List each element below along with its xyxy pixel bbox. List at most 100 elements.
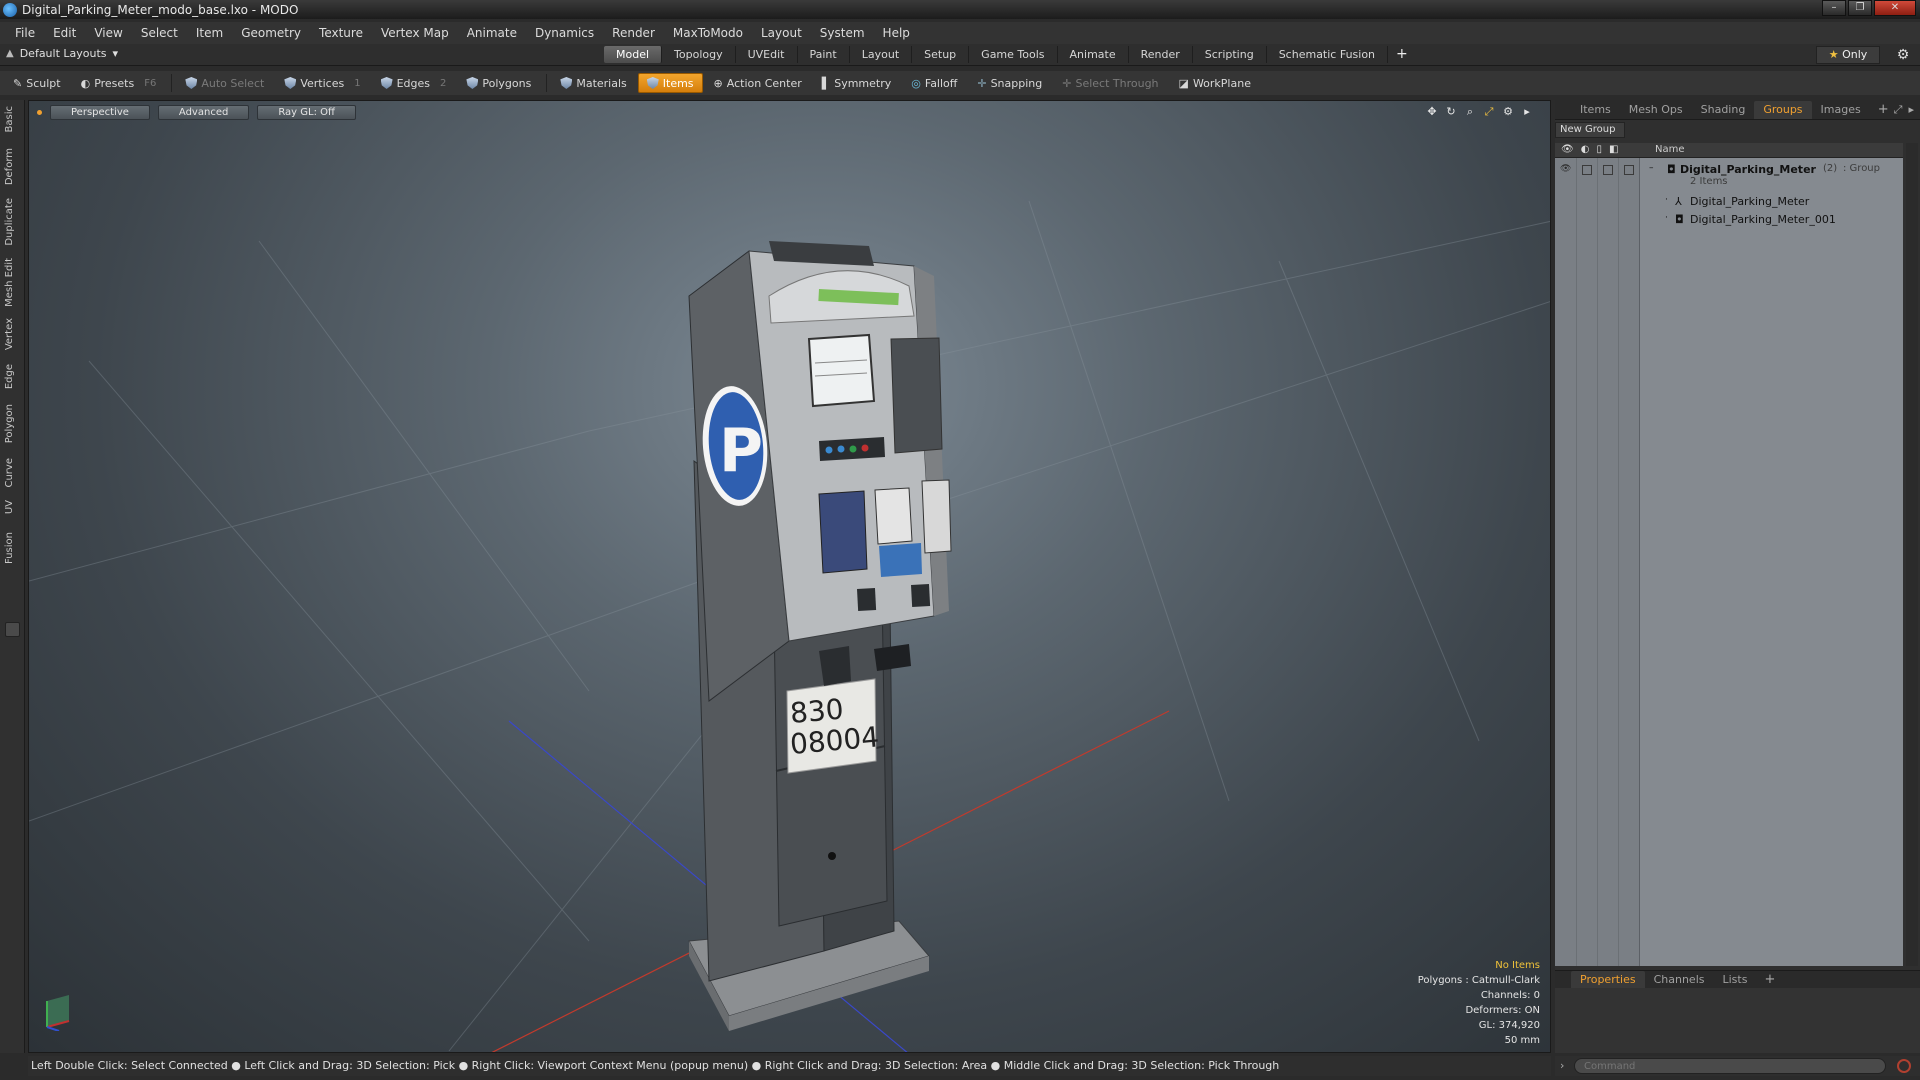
tab-groups[interactable]: Groups <box>1754 100 1812 119</box>
only-button[interactable]: ★ Only <box>1816 46 1880 64</box>
visibility-column-icon[interactable]: 👁 <box>1561 144 1574 155</box>
rotate-icon[interactable]: ↻ <box>1444 105 1458 119</box>
render-toggle[interactable] <box>1582 165 1592 175</box>
title-bar: Digital_Parking_Meter_modo_base.lxo - MO… <box>0 0 1920 19</box>
edges-button[interactable]: Edges 2 <box>372 73 456 93</box>
add-panel-tab-icon[interactable]: + <box>1870 102 1897 117</box>
panel-arrow-icon[interactable]: ▸ <box>1908 103 1914 117</box>
tab-model[interactable]: Model <box>604 46 663 63</box>
tab-render[interactable]: Render <box>1129 46 1193 63</box>
maximize-button[interactable]: ❐ <box>1848 0 1872 16</box>
tab-properties[interactable]: Properties <box>1571 970 1645 989</box>
menu-help[interactable]: Help <box>874 26 919 40</box>
select-toggle[interactable] <box>1624 165 1634 175</box>
list-item[interactable]: · ◘ Digital_Parking_Meter_001 <box>1555 212 1903 228</box>
side-tab-mesh-edit[interactable]: Mesh Edit <box>4 258 15 307</box>
tab-uvedit[interactable]: UVEdit <box>736 46 798 63</box>
pop-out-icon[interactable]: ⤢ <box>1894 103 1903 117</box>
polygons-button[interactable]: Polygons <box>457 73 540 93</box>
menu-maxtomodo[interactable]: MaxToModo <box>664 26 752 40</box>
add-tab-icon[interactable]: + <box>1388 46 1416 63</box>
list-item[interactable]: · ⅄ Digital_Parking_Meter <box>1555 194 1903 210</box>
lock-column-icon[interactable]: ▯ <box>1596 144 1602 155</box>
command-history-arrow-icon[interactable]: › <box>1560 1059 1564 1072</box>
collapse-up-icon[interactable]: ▲ <box>6 48 14 59</box>
clear-command-icon[interactable] <box>1897 1059 1911 1073</box>
new-group-button[interactable]: New Group <box>1555 122 1625 138</box>
side-tab-fusion[interactable]: Fusion <box>4 532 15 564</box>
sculpt-button[interactable]: ✎ Sculpt <box>4 73 70 93</box>
tab-scripting[interactable]: Scripting <box>1193 46 1267 63</box>
menu-dynamics[interactable]: Dynamics <box>526 26 603 40</box>
menu-file[interactable]: File <box>6 26 44 40</box>
tab-setup[interactable]: Setup <box>912 46 970 63</box>
raygl-dropdown[interactable]: Ray GL: Off <box>257 105 356 120</box>
fit-icon[interactable]: ⤢ <box>1482 105 1496 119</box>
menu-select[interactable]: Select <box>132 26 187 40</box>
collapse-minus-icon[interactable]: – <box>1649 163 1654 173</box>
viewport-settings-icon[interactable]: ⚙ <box>1501 105 1515 119</box>
expand-arrow-icon[interactable]: ▸ <box>1520 105 1534 119</box>
groups-scrollbar[interactable] <box>1906 143 1918 966</box>
tab-schematic-fusion[interactable]: Schematic Fusion <box>1267 46 1389 63</box>
tab-mesh-ops[interactable]: Mesh Ops <box>1620 101 1692 119</box>
tab-animate[interactable]: Animate <box>1058 46 1129 63</box>
visibility-eye-icon[interactable]: 👁 <box>1560 164 1571 175</box>
tab-paint[interactable]: Paint <box>798 46 850 63</box>
menu-vertex-map[interactable]: Vertex Map <box>372 26 458 40</box>
workplane-button[interactable]: ◪ WorkPlane <box>1170 73 1260 93</box>
render-column-icon[interactable]: ◐ <box>1581 144 1590 155</box>
auto-select-button[interactable]: Auto Select <box>176 73 273 93</box>
action-center-button[interactable]: ⊕ Action Center <box>705 73 811 93</box>
tab-topology[interactable]: Topology <box>662 46 736 63</box>
tab-game-tools[interactable]: Game Tools <box>969 46 1058 63</box>
items-button[interactable]: Items <box>637 73 703 93</box>
menu-edit[interactable]: Edit <box>44 26 85 40</box>
select-column-icon[interactable]: ◧ <box>1609 144 1618 155</box>
zoom-icon[interactable]: ⌕ <box>1463 105 1477 119</box>
pan-icon[interactable]: ✥ <box>1425 105 1439 119</box>
tab-channels[interactable]: Channels <box>1645 971 1714 989</box>
side-tab-uv[interactable]: UV <box>4 500 15 514</box>
side-tab-duplicate[interactable]: Duplicate <box>4 198 15 246</box>
view-mode-dropdown[interactable]: Perspective <box>50 105 150 120</box>
side-tab-deform[interactable]: Deform <box>4 148 15 185</box>
name-column-header[interactable]: Name <box>1655 144 1685 155</box>
toggle-toolbox-button[interactable] <box>5 622 20 637</box>
side-tab-basic[interactable]: Basic <box>4 106 15 132</box>
menu-view[interactable]: View <box>85 26 131 40</box>
3d-viewport[interactable]: 830 08004 P Perspective Advanced Ray GL:… <box>28 100 1551 1053</box>
snapping-button[interactable]: ✛ Snapping <box>968 73 1051 93</box>
presets-button[interactable]: ◐ Presets F6 <box>72 73 166 93</box>
tab-images[interactable]: Images <box>1812 101 1870 119</box>
lock-toggle[interactable] <box>1603 165 1613 175</box>
menu-geometry[interactable]: Geometry <box>232 26 310 40</box>
side-tab-polygon[interactable]: Polygon <box>4 404 15 443</box>
tab-items[interactable]: Items <box>1571 101 1620 119</box>
parking-meter-model: 830 08004 P <box>688 241 952 1031</box>
tab-lists[interactable]: Lists <box>1714 971 1757 989</box>
menu-animate[interactable]: Animate <box>458 26 526 40</box>
command-input[interactable] <box>1574 1058 1886 1074</box>
tab-shading[interactable]: Shading <box>1692 101 1755 119</box>
vertices-button[interactable]: Vertices 1 <box>275 73 369 93</box>
menu-system[interactable]: System <box>811 26 874 40</box>
side-tab-edge[interactable]: Edge <box>4 364 15 389</box>
close-button[interactable]: ✕ <box>1874 0 1916 16</box>
materials-button[interactable]: Materials <box>551 73 635 93</box>
minimize-button[interactable]: – <box>1822 0 1846 16</box>
symmetry-button[interactable]: ▌ Symmetry <box>813 73 901 93</box>
side-tab-curve[interactable]: Curve <box>4 458 15 488</box>
menu-layout[interactable]: Layout <box>752 26 811 40</box>
side-tab-vertex[interactable]: Vertex <box>4 318 15 350</box>
shading-dropdown[interactable]: Advanced <box>157 105 250 120</box>
gear-icon[interactable]: ⚙ <box>1894 46 1912 64</box>
add-properties-tab-icon[interactable]: + <box>1756 972 1783 987</box>
menu-render[interactable]: Render <box>603 26 664 40</box>
layout-selector[interactable]: ▲ Default Layouts ▾ <box>6 47 118 60</box>
menu-texture[interactable]: Texture <box>310 26 372 40</box>
menu-item[interactable]: Item <box>187 26 232 40</box>
falloff-button[interactable]: ◎ Falloff <box>902 73 966 93</box>
tab-layout[interactable]: Layout <box>850 46 913 63</box>
select-through-button[interactable]: ✛ Select Through <box>1053 73 1167 93</box>
